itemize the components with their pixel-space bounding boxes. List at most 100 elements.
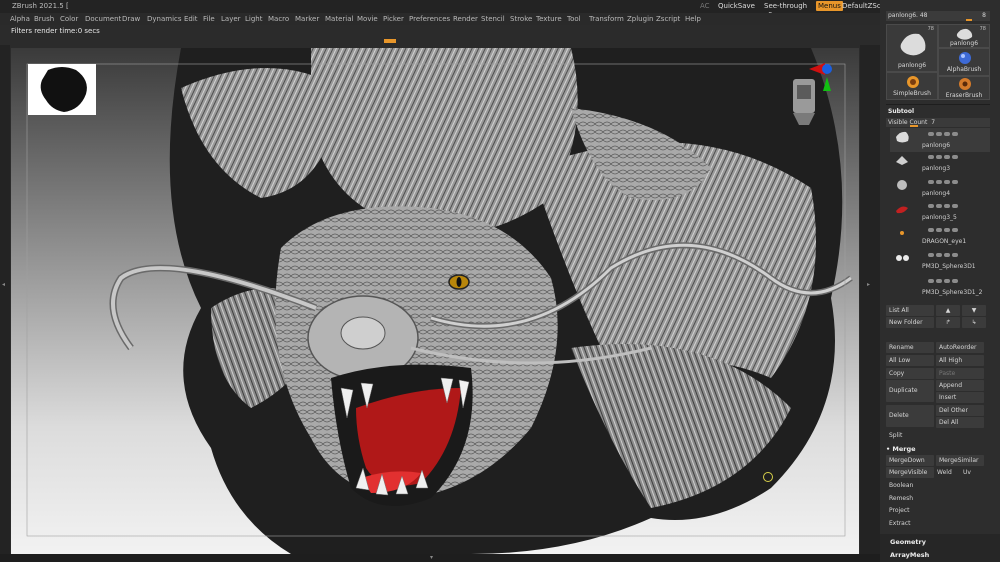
move-down-button[interactable]: ↳ — [962, 317, 986, 328]
brush-cursor — [763, 472, 773, 482]
ac-button[interactable]: AC — [700, 0, 710, 13]
subtool-row-dragon_eye1[interactable]: DRAGON_eye1 — [890, 224, 990, 248]
menu-draw[interactable]: Draw — [122, 13, 140, 25]
subtool-row-panlong3[interactable]: panlong3 — [890, 151, 990, 175]
menu-marker[interactable]: Marker — [295, 13, 319, 25]
rename-button[interactable]: Rename — [886, 342, 934, 353]
alphabrush-button[interactable]: AlphaBrush — [938, 48, 990, 76]
menu-transform[interactable]: Transform — [589, 13, 624, 25]
subtool-visibility-icons[interactable] — [928, 278, 990, 284]
duplicate-button[interactable]: Duplicate — [886, 380, 934, 402]
menu-color[interactable]: Color — [60, 13, 78, 25]
menu-dynamics[interactable]: Dynamics — [147, 13, 182, 25]
project-section[interactable]: Project — [886, 505, 934, 516]
menu-preferences[interactable]: Preferences — [409, 13, 450, 25]
delete-button[interactable]: Delete — [886, 405, 934, 427]
split-button[interactable]: Split — [886, 430, 934, 441]
merge-similar-button[interactable]: MergeSimilar — [936, 455, 984, 466]
left-shelf[interactable]: ◂ — [0, 45, 10, 555]
merge-title-label: Merge — [892, 445, 916, 453]
tool-thumb-panlong6-small[interactable]: 78 panlong6 — [938, 24, 990, 48]
tool-palette: panlong6. 48 8 78 panlong6 78 panlong6 S… — [880, 0, 1000, 562]
arrow-down-button[interactable]: ▼ — [962, 305, 986, 316]
bottom-shelf[interactable]: ▾ — [0, 554, 880, 562]
menu-render[interactable]: Render — [453, 13, 478, 25]
weld-toggle[interactable]: Weld — [934, 467, 958, 478]
menu-stroke[interactable]: Stroke — [510, 13, 532, 25]
subtool-visibility-icons[interactable] — [928, 179, 990, 185]
menu-zscript[interactable]: Zscript — [656, 13, 680, 25]
geometry-section[interactable]: Geometry — [880, 534, 1000, 548]
navigation-gizmo[interactable] — [789, 63, 841, 133]
shelf-toggle-marker[interactable] — [384, 39, 396, 43]
menu-tool[interactable]: Tool — [567, 13, 581, 25]
subtool-name: panlong6 — [922, 142, 951, 149]
subtool-visibility-icons[interactable] — [928, 203, 990, 209]
tool-thumb-panlong6[interactable]: 78 panlong6 — [886, 24, 938, 72]
copy-button[interactable]: Copy — [886, 368, 934, 379]
canvas-viewport[interactable] — [11, 48, 859, 554]
menu-help[interactable]: Help — [685, 13, 701, 25]
boolean-button[interactable]: Boolean — [886, 480, 934, 491]
remesh-section[interactable]: Remesh — [886, 493, 934, 504]
left-shelf-arrow-icon[interactable]: ◂ — [2, 281, 5, 288]
menu-layer[interactable]: Layer — [221, 13, 241, 25]
status-bar: Filters render time:0 secs — [0, 25, 880, 38]
uv-toggle[interactable]: Uv — [960, 467, 982, 478]
new-folder-button[interactable]: New Folder — [886, 317, 934, 328]
simplebrush-button[interactable]: SimpleBrush — [886, 72, 938, 100]
see-through-slider[interactable]: See-through 0 — [762, 2, 810, 19]
quicksave-button[interactable]: QuickSave — [718, 0, 755, 13]
tool-slider[interactable]: panlong6. 48 8 — [886, 11, 990, 21]
right-shelf[interactable]: ▸ — [860, 45, 880, 555]
menu-material[interactable]: Material — [325, 13, 353, 25]
merge-down-button[interactable]: MergeDown — [886, 455, 934, 466]
visible-count-slider[interactable]: Visible Count 7 — [886, 118, 990, 127]
subtool-row-panlong3_5[interactable]: panlong3_5 — [890, 200, 990, 224]
menu-file[interactable]: File — [203, 13, 215, 25]
all-high-button[interactable]: All High — [936, 355, 984, 366]
subtool-visibility-icons[interactable] — [928, 227, 990, 233]
subtool-row-panlong4[interactable]: panlong4 — [890, 176, 990, 200]
menu-brush[interactable]: Brush — [34, 13, 54, 25]
menu-macro[interactable]: Macro — [268, 13, 289, 25]
insert-button[interactable]: Insert — [936, 392, 984, 403]
subtool-thumbnail — [897, 180, 907, 190]
subtool-visibility-icons[interactable] — [928, 252, 990, 258]
arraymesh-section[interactable]: ArrayMesh — [880, 548, 1000, 562]
navigator-thumbnail[interactable] — [28, 64, 96, 115]
menu-edit[interactable]: Edit — [184, 13, 198, 25]
subtool-row-panlong6[interactable]: panlong6 — [890, 128, 990, 152]
subtool-visibility-icons[interactable] — [928, 154, 990, 160]
right-shelf-arrow-icon[interactable]: ▸ — [867, 281, 870, 288]
menu-movie[interactable]: Movie — [357, 13, 378, 25]
menu-picker[interactable]: Picker — [383, 13, 404, 25]
subtool-row-pm3d_sphere3d1_2[interactable]: PM3D_Sphere3D1_2 — [890, 275, 990, 299]
visible-count-value: 7 — [931, 119, 936, 126]
subtool-row-pm3d_sphere3d1[interactable]: PM3D_Sphere3D1 — [890, 249, 990, 273]
menu-zplugin[interactable]: Zplugin — [627, 13, 653, 25]
append-button[interactable]: Append — [936, 380, 984, 391]
menu-stencil[interactable]: Stencil — [481, 13, 505, 25]
autoreorder-button[interactable]: AutoReorder — [936, 342, 984, 353]
menu-light[interactable]: Light — [245, 13, 262, 25]
del-all-button[interactable]: Del All — [936, 417, 984, 428]
list-all-button[interactable]: List All — [886, 305, 934, 316]
subtool-title[interactable]: Subtool — [888, 108, 914, 115]
menu-texture[interactable]: Texture — [536, 13, 562, 25]
merge-visible-button[interactable]: MergeVisible — [886, 467, 934, 478]
bottom-shelf-arrow-icon[interactable]: ▾ — [430, 554, 433, 561]
menu-alpha[interactable]: Alpha — [10, 13, 30, 25]
menus-button[interactable]: Menus — [816, 1, 843, 11]
arrow-up-button[interactable]: ▲ — [936, 305, 960, 316]
merge-title[interactable]: • Merge — [886, 445, 916, 453]
move-up-button[interactable]: ↱ — [936, 317, 960, 328]
extract-section[interactable]: Extract — [886, 518, 934, 529]
menu-document[interactable]: Document — [85, 13, 121, 25]
eraserbrush-button[interactable]: EraserBrush — [938, 76, 990, 100]
subtool-visibility-icons[interactable] — [928, 131, 990, 137]
paste-button[interactable]: Paste — [936, 368, 984, 379]
del-other-button[interactable]: Del Other — [936, 405, 984, 416]
all-low-button[interactable]: All Low — [886, 355, 934, 366]
see-through-label: See-through — [764, 2, 808, 10]
